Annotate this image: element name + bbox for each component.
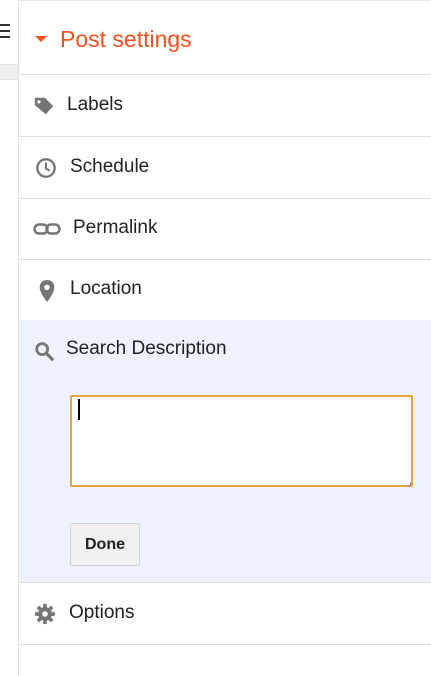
done-button[interactable]: Done	[70, 523, 140, 566]
settings-item-location[interactable]: Location	[19, 259, 431, 321]
clock-icon	[35, 157, 57, 179]
search-description-section: Search Description Done	[19, 320, 431, 583]
settings-item-label: Labels	[67, 94, 123, 115]
settings-item-label: Options	[69, 602, 135, 623]
link-icon	[33, 218, 61, 240]
post-settings-panel: Post settings Labels Schedule Permalink	[18, 0, 431, 676]
gutter-toolbar-strip	[0, 64, 18, 80]
text-cursor	[78, 399, 80, 420]
settings-item-label: Location	[70, 278, 142, 299]
post-settings-header[interactable]: Post settings	[19, 1, 431, 75]
resize-handle[interactable]	[407, 482, 411, 486]
settings-item-labels[interactable]: Labels	[19, 75, 431, 137]
settings-item-permalink[interactable]: Permalink	[19, 198, 431, 260]
tag-icon	[33, 95, 55, 117]
caret-down-icon	[35, 36, 47, 42]
settings-item-schedule[interactable]: Schedule	[19, 137, 431, 199]
left-gutter	[0, 0, 18, 676]
search-description-label[interactable]: Search Description	[66, 338, 227, 360]
gear-icon	[34, 603, 56, 625]
search-icon	[33, 340, 55, 362]
settings-item-label: Schedule	[70, 156, 150, 177]
settings-item-options[interactable]: Options	[19, 583, 431, 645]
search-description-input[interactable]	[70, 395, 413, 487]
location-pin-icon	[36, 279, 58, 302]
menu-icon[interactable]	[0, 22, 10, 40]
settings-item-label: Permalink	[73, 217, 158, 238]
post-settings-title: Post settings	[60, 26, 192, 52]
